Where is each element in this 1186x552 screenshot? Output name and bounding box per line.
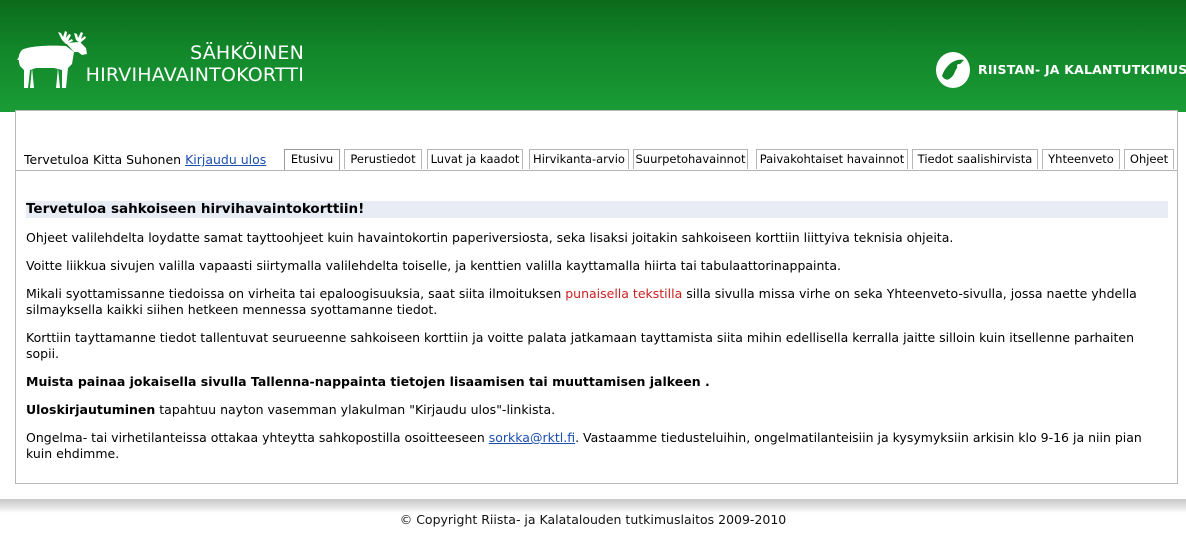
- paragraph-contact: Ongelma- tai virhetilanteissa ottakaa yh…: [26, 430, 1168, 462]
- logout-link[interactable]: Kirjaudu ulos: [185, 152, 266, 167]
- logout-rest-text: tapahtuu nayton vasemman ylakulman "Kirj…: [155, 402, 556, 417]
- paragraph-save-reminder: Muista painaa jokaisella sivulla Tallenn…: [26, 374, 1168, 390]
- tab-perustiedot[interactable]: Perustiedot: [344, 149, 422, 169]
- tab-yhteenveto[interactable]: Yhteenveto: [1042, 149, 1120, 169]
- tab-luvat-ja-kaadot[interactable]: Luvat ja kaadot: [427, 149, 523, 169]
- site-title-line1: SÄHKÖINEN: [190, 42, 304, 64]
- logout-bold-text: Uloskirjautuminen: [26, 402, 156, 417]
- copyright-text: © Copyright Riista- ja Kalatalouden tutk…: [399, 512, 787, 527]
- tab-paivakohtaiset-havainnot[interactable]: Paivakohtaiset havainnot: [756, 149, 908, 169]
- tab-divider: [16, 170, 1177, 171]
- tab-ohjeet[interactable]: Ohjeet: [1124, 149, 1174, 169]
- welcome-text: Tervetuloa Kitta Suhonen: [24, 152, 182, 167]
- site-title: SÄHKÖINEN HIRVIHAVAINTOKORTTI: [80, 42, 304, 86]
- paragraph-logout: Uloskirjautuminen tapahtuu nayton vasemm…: [26, 402, 1168, 418]
- tab-etusivu[interactable]: Etusivu: [284, 149, 340, 171]
- save-reminder-text: Muista painaa jokaisella sivulla Tallenn…: [26, 374, 710, 389]
- errors-text-before: Mikali syottamissanne tiedoissa on virhe…: [26, 286, 566, 301]
- main-content: Tervetuloa sahkoiseen hirvihavaintokortt…: [26, 201, 1168, 462]
- paragraph-navigation: Voitte liikkua sivujen valilla vapaasti …: [26, 258, 841, 273]
- welcome-bar: Tervetuloa Kitta Suhonen Kirjaudu ulos: [24, 152, 266, 167]
- site-header: SÄHKÖINEN HIRVIHAVAINTOKORTTI RIISTAN- J…: [0, 0, 1186, 112]
- site-title-line2: HIRVIHAVAINTOKORTTI: [85, 64, 304, 86]
- footer-shade: [0, 499, 1186, 513]
- email-link[interactable]: sorkka@rktl.fi: [489, 430, 575, 445]
- leaf-fish-logo-icon: [936, 52, 970, 88]
- tab-tiedot-saalishirvista[interactable]: Tiedot saalishirvista: [912, 149, 1038, 169]
- tab-hirvikanta-arvio[interactable]: Hirvikanta-arvio: [529, 149, 629, 169]
- paragraph-saving: Korttiin tayttamanne tiedot tallentuvat …: [26, 330, 1135, 361]
- tab-suurpetohavainnot[interactable]: Suurpetohavainnot: [633, 149, 748, 169]
- org-name: RIISTAN- JA KALANTUTKIMUS: [978, 62, 1186, 77]
- contact-text-before: Ongelma- tai virhetilanteissa ottakaa yh…: [26, 430, 489, 445]
- paragraph-instructions: Ohjeet valilehdelta loydatte samat taytt…: [26, 230, 954, 245]
- page-heading: Tervetuloa sahkoiseen hirvihavaintokortt…: [26, 201, 1168, 218]
- paragraph-errors: Mikali syottamissanne tiedoissa on virhe…: [26, 286, 1168, 318]
- errors-red-text: punaisella tekstilla: [565, 286, 683, 301]
